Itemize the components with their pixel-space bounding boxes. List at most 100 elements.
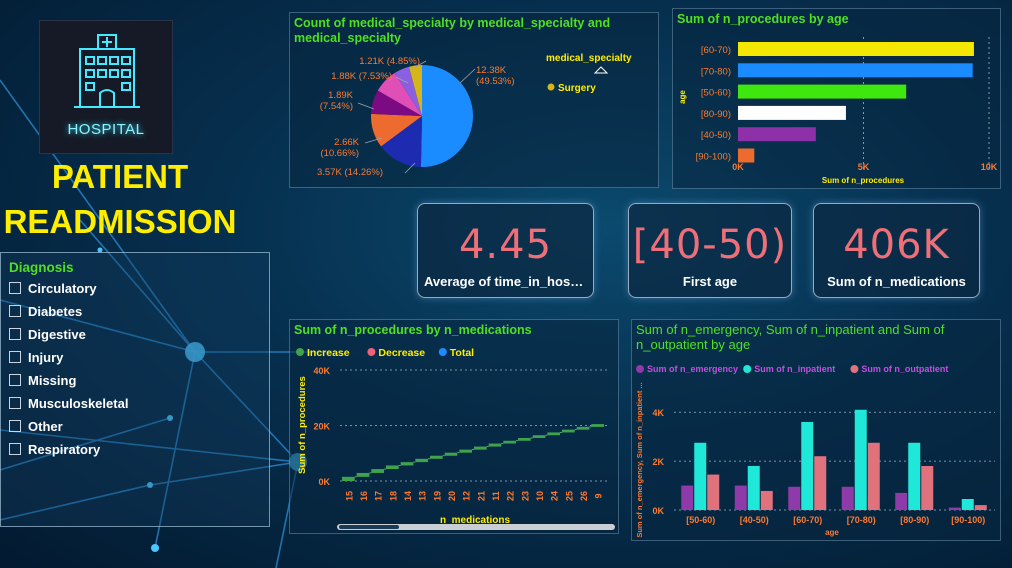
checkbox[interactable] <box>9 374 21 386</box>
x-tick-label: [60-70) <box>793 515 822 525</box>
x-axis-label: Sum of n_procedures <box>822 176 905 185</box>
waterfall-bar <box>591 424 604 427</box>
waterfall-bar <box>415 458 428 463</box>
x-tick-label: 12 <box>462 491 472 501</box>
grouped-bar <box>707 474 720 510</box>
x-tick-label: 25 <box>564 491 574 501</box>
grouped-bar <box>760 490 773 510</box>
kpi-card-first-age: [40-50) First age <box>628 203 792 298</box>
age-bar <box>738 127 816 142</box>
slicer-item-circulatory[interactable]: Circulatory <box>9 279 97 297</box>
slicer-item-injury[interactable]: Injury <box>9 348 63 366</box>
slicer-item-diabetes[interactable]: Diabetes <box>9 302 82 320</box>
slicer-item-missing[interactable]: Missing <box>9 371 76 389</box>
x-tick-label: [90-100) <box>951 515 985 525</box>
checkbox[interactable] <box>9 305 21 317</box>
slicer-item-label: Injury <box>28 349 64 365</box>
page-title-line1: PATIENT <box>51 158 189 195</box>
x-tick-label: 16 <box>359 491 369 501</box>
age-bar <box>738 84 907 99</box>
scrollbar-thumb[interactable] <box>339 525 399 529</box>
y-tick-label: [50-60) <box>701 88 731 99</box>
slicer-item-label: Respiratory <box>28 441 101 457</box>
checkbox[interactable] <box>9 328 21 340</box>
checkbox[interactable] <box>9 420 21 432</box>
waterfall-legend-marker <box>367 348 376 356</box>
checkbox[interactable] <box>9 397 21 409</box>
x-tick-label: 9 <box>594 493 604 498</box>
x-tick-label: 15 <box>344 491 354 501</box>
kpi-value: 4.45 <box>458 222 553 268</box>
kpi-label: First age <box>682 274 738 289</box>
slicer-item-label: Circulatory <box>28 280 97 296</box>
grouped-legend-item: Sum of n_outpatient <box>861 364 948 374</box>
waterfall-bar <box>430 455 443 459</box>
grouped-bar <box>841 486 854 510</box>
pie-slice-label: 3.57K (14.26%) <box>317 167 383 178</box>
x-tick-label: 20 <box>447 491 457 501</box>
age-bar <box>738 105 846 120</box>
waterfall-legend-item: Increase <box>307 347 350 359</box>
waterfall-chart: Increase Decrease Total 0K 20K 40K 15 16 17 18 14 1… <box>296 347 615 530</box>
waterfall-legend-marker <box>438 348 447 356</box>
diagnosis-slicer: Diagnosis Circulatory Diabetes Digestive… <box>0 252 270 527</box>
waterfall-bar <box>547 432 560 436</box>
x-tick-label: 18 <box>388 491 398 501</box>
waterfall-bar <box>459 449 472 453</box>
slicer-item-digestive[interactable]: Digestive <box>9 325 86 343</box>
waterfall-bar <box>371 469 384 473</box>
x-tick-label: 19 <box>432 491 442 501</box>
legend-scroll-up-icon[interactable] <box>593 66 609 74</box>
waterfall-bar <box>386 465 399 470</box>
x-tick-label: 14 <box>403 491 413 501</box>
slicer-item-label: Diabetes <box>28 303 83 319</box>
grouped-bar <box>814 456 827 510</box>
kpi-card-medications: 406K Sum of n_medications <box>813 203 980 298</box>
waterfall-bar <box>518 437 531 441</box>
grouped-bar <box>867 442 880 510</box>
page-title: PATIENT READMISSION <box>0 154 240 244</box>
grouped-bar <box>788 486 801 510</box>
age-procedures-bar-panel: Sum of n_procedures by age [60-70) [70-80… <box>672 8 1001 189</box>
grouped-bar <box>734 485 747 510</box>
y-axis-label: age <box>678 90 687 104</box>
pie-slice-label: 1.88K (7.53%) <box>331 71 392 82</box>
waterfall-bar <box>562 429 575 433</box>
slicer-item-label: Musculoskeletal <box>28 395 129 411</box>
x-tick-label: 11 <box>491 491 501 501</box>
slicer-item-label: Other <box>28 418 63 434</box>
pie-slice-pct: (7.54%) <box>320 101 353 112</box>
pie-leader-line <box>357 102 375 110</box>
waterfall-bar <box>532 435 546 438</box>
grouped-bar <box>801 422 814 510</box>
pie-slice-label: 2.66K <box>334 137 359 148</box>
x-tick-label: 21 <box>476 491 486 501</box>
grouped-bar <box>681 485 694 510</box>
waterfall-bar <box>342 476 355 481</box>
slicer-item-other[interactable]: Other <box>9 417 63 435</box>
grouped-legend-marker <box>636 365 644 373</box>
slicer-item-respiratory[interactable]: Respiratory <box>9 440 100 458</box>
grouped-bar <box>895 492 908 510</box>
kpi-value: [40-50) <box>632 222 788 268</box>
age-procedures-bar-chart: [60-70) [70-80) [50-60) [80-90) [40-50) [90-1… <box>678 37 998 185</box>
checkbox[interactable] <box>9 443 21 455</box>
page-title-line2: READMISSION <box>3 203 237 240</box>
grouped-bar <box>974 505 987 510</box>
grouped-legend-marker <box>850 365 859 373</box>
grouped-bar <box>921 466 934 510</box>
grouped-legend-marker <box>743 365 752 373</box>
waterfall-bar <box>400 462 414 466</box>
y-tick-label: [70-80) <box>701 66 731 77</box>
waterfall-legend-item: Total <box>450 347 474 359</box>
grouped-bar-panel: Sum of n_emergency, Sum of n_inpatient a… <box>631 319 1001 541</box>
checkbox[interactable] <box>9 282 21 294</box>
waterfall-legend-item: Decrease <box>378 347 425 359</box>
pie-chart: 12.38K(49.53%) 3.57K (14.26%) 2.66K(10.66%… <box>317 53 632 178</box>
pie-slice-pct: (10.66%) <box>320 148 359 159</box>
checkbox[interactable] <box>9 351 21 363</box>
slicer-item-musculoskeletal[interactable]: Musculoskeletal <box>9 394 128 412</box>
y-tick-label: 0K <box>318 477 330 487</box>
waterfall-bar <box>503 440 516 444</box>
x-tick-label: [40-50) <box>740 515 769 525</box>
